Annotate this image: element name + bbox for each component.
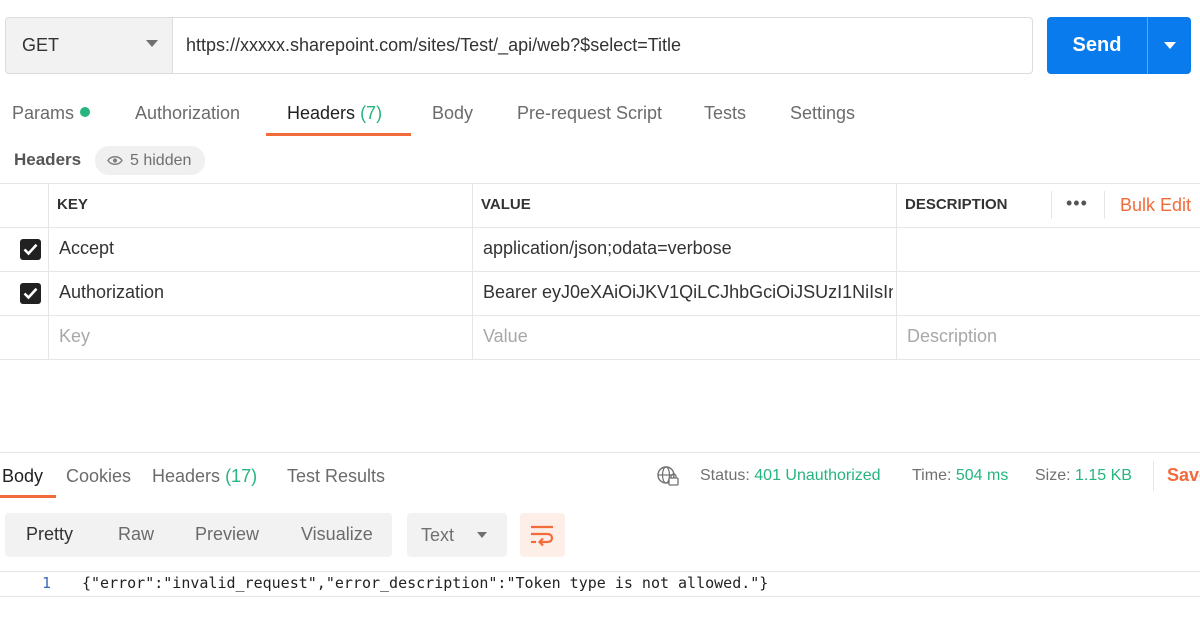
time-value: 504 ms — [955, 467, 1009, 484]
header-key-cell[interactable]: Accept — [59, 238, 114, 259]
column-divider — [48, 183, 49, 360]
status-value: 401 Unauthorized — [754, 467, 881, 484]
response-status[interactable]: Status: 401 Unauthorized — [700, 467, 881, 485]
table-border — [0, 271, 1200, 272]
response-headers-count: (17) — [225, 466, 258, 486]
value-input[interactable]: Value — [483, 326, 528, 347]
column-divider — [472, 183, 473, 360]
row-checkbox[interactable] — [20, 283, 41, 304]
column-header-value: VALUE — [481, 196, 531, 213]
toolbar-divider — [1153, 461, 1154, 491]
url-input[interactable]: https://xxxxx.sharepoint.com/sites/Test/… — [172, 17, 1033, 74]
response-size[interactable]: Size: 1.15 KB — [1035, 467, 1132, 485]
table-border — [0, 315, 1200, 316]
tab-headers[interactable]: Headers (7) — [287, 103, 382, 124]
view-visualize[interactable]: Visualize — [301, 524, 373, 545]
tab-authorization[interactable]: Authorization — [135, 103, 240, 124]
line-number: 1 — [42, 574, 52, 592]
send-label: Send — [1072, 34, 1122, 56]
tab-body[interactable]: Body — [432, 103, 473, 124]
size-value: 1.15 KB — [1075, 467, 1132, 484]
more-options-icon[interactable]: ••• — [1066, 193, 1088, 214]
chevron-down-icon — [146, 40, 158, 47]
method-select[interactable]: GET — [5, 17, 173, 74]
eye-icon — [107, 156, 123, 165]
description-input[interactable]: Description — [907, 326, 997, 347]
hidden-count-label: 5 hidden — [130, 151, 192, 169]
save-response-button[interactable]: Save — [1167, 465, 1200, 486]
bulk-edit-button[interactable]: Bulk Edit — [1120, 195, 1191, 216]
checkmark-icon — [23, 287, 38, 300]
time-label: Time: — [912, 467, 952, 484]
wrap-lines-icon — [531, 525, 554, 547]
response-divider — [0, 452, 1200, 453]
row-checkbox[interactable] — [20, 239, 41, 260]
globe-lock-icon[interactable] — [656, 465, 680, 487]
format-select[interactable]: Text — [407, 513, 507, 557]
hidden-headers-toggle[interactable]: 5 hidden — [95, 146, 206, 175]
response-tab-headers[interactable]: Headers (17) — [152, 466, 257, 487]
send-button[interactable]: Send — [1047, 17, 1191, 74]
header-key-cell[interactable]: Authorization — [59, 282, 164, 303]
format-label: Text — [421, 524, 455, 545]
table-border — [0, 227, 1200, 228]
active-tab-indicator — [0, 495, 56, 498]
method-label: GET — [22, 35, 60, 55]
size-label: Size: — [1035, 467, 1071, 484]
column-divider — [896, 183, 897, 360]
tab-params[interactable]: Params — [12, 103, 91, 124]
column-header-description: DESCRIPTION — [905, 196, 1008, 213]
response-time[interactable]: Time: 504 ms — [912, 467, 1008, 485]
header-value-cell[interactable]: Bearer eyJ0eXAiOiJKV1QiLCJhbGciOiJSUzI1N… — [483, 282, 893, 303]
response-tab-body[interactable]: Body — [2, 466, 43, 487]
send-options-dropdown[interactable] — [1147, 17, 1191, 74]
chevron-down-icon — [477, 532, 487, 538]
column-header-key: KEY — [57, 196, 88, 213]
chevron-down-icon — [1164, 42, 1176, 49]
response-body-text[interactable]: {"error":"invalid_request","error_descri… — [82, 574, 768, 592]
tab-tests[interactable]: Tests — [704, 103, 746, 124]
key-input[interactable]: Key — [59, 326, 90, 347]
column-divider — [1104, 191, 1105, 219]
column-divider — [1051, 191, 1052, 219]
header-value-cell[interactable]: application/json;odata=verbose — [483, 238, 732, 259]
headers-count: (7) — [360, 103, 383, 123]
status-label: Status: — [700, 467, 750, 484]
view-pretty[interactable]: Pretty — [26, 524, 73, 545]
tab-label: Headers — [287, 103, 356, 123]
table-border — [0, 359, 1200, 360]
view-raw[interactable]: Raw — [118, 524, 154, 545]
tab-pre-request-script[interactable]: Pre-request Script — [517, 103, 662, 124]
tab-label: Headers — [152, 466, 221, 486]
tab-settings[interactable]: Settings — [790, 103, 855, 124]
response-tab-cookies[interactable]: Cookies — [66, 466, 131, 487]
wrap-lines-button[interactable] — [520, 513, 565, 557]
view-preview[interactable]: Preview — [195, 524, 259, 545]
table-border — [0, 183, 1200, 184]
response-tab-test-results[interactable]: Test Results — [287, 466, 385, 487]
params-indicator-dot — [80, 107, 91, 118]
headers-section-title: Headers — [14, 150, 82, 169]
tab-label: Params — [12, 103, 75, 123]
checkmark-icon — [23, 243, 38, 256]
active-tab-indicator — [266, 133, 411, 136]
